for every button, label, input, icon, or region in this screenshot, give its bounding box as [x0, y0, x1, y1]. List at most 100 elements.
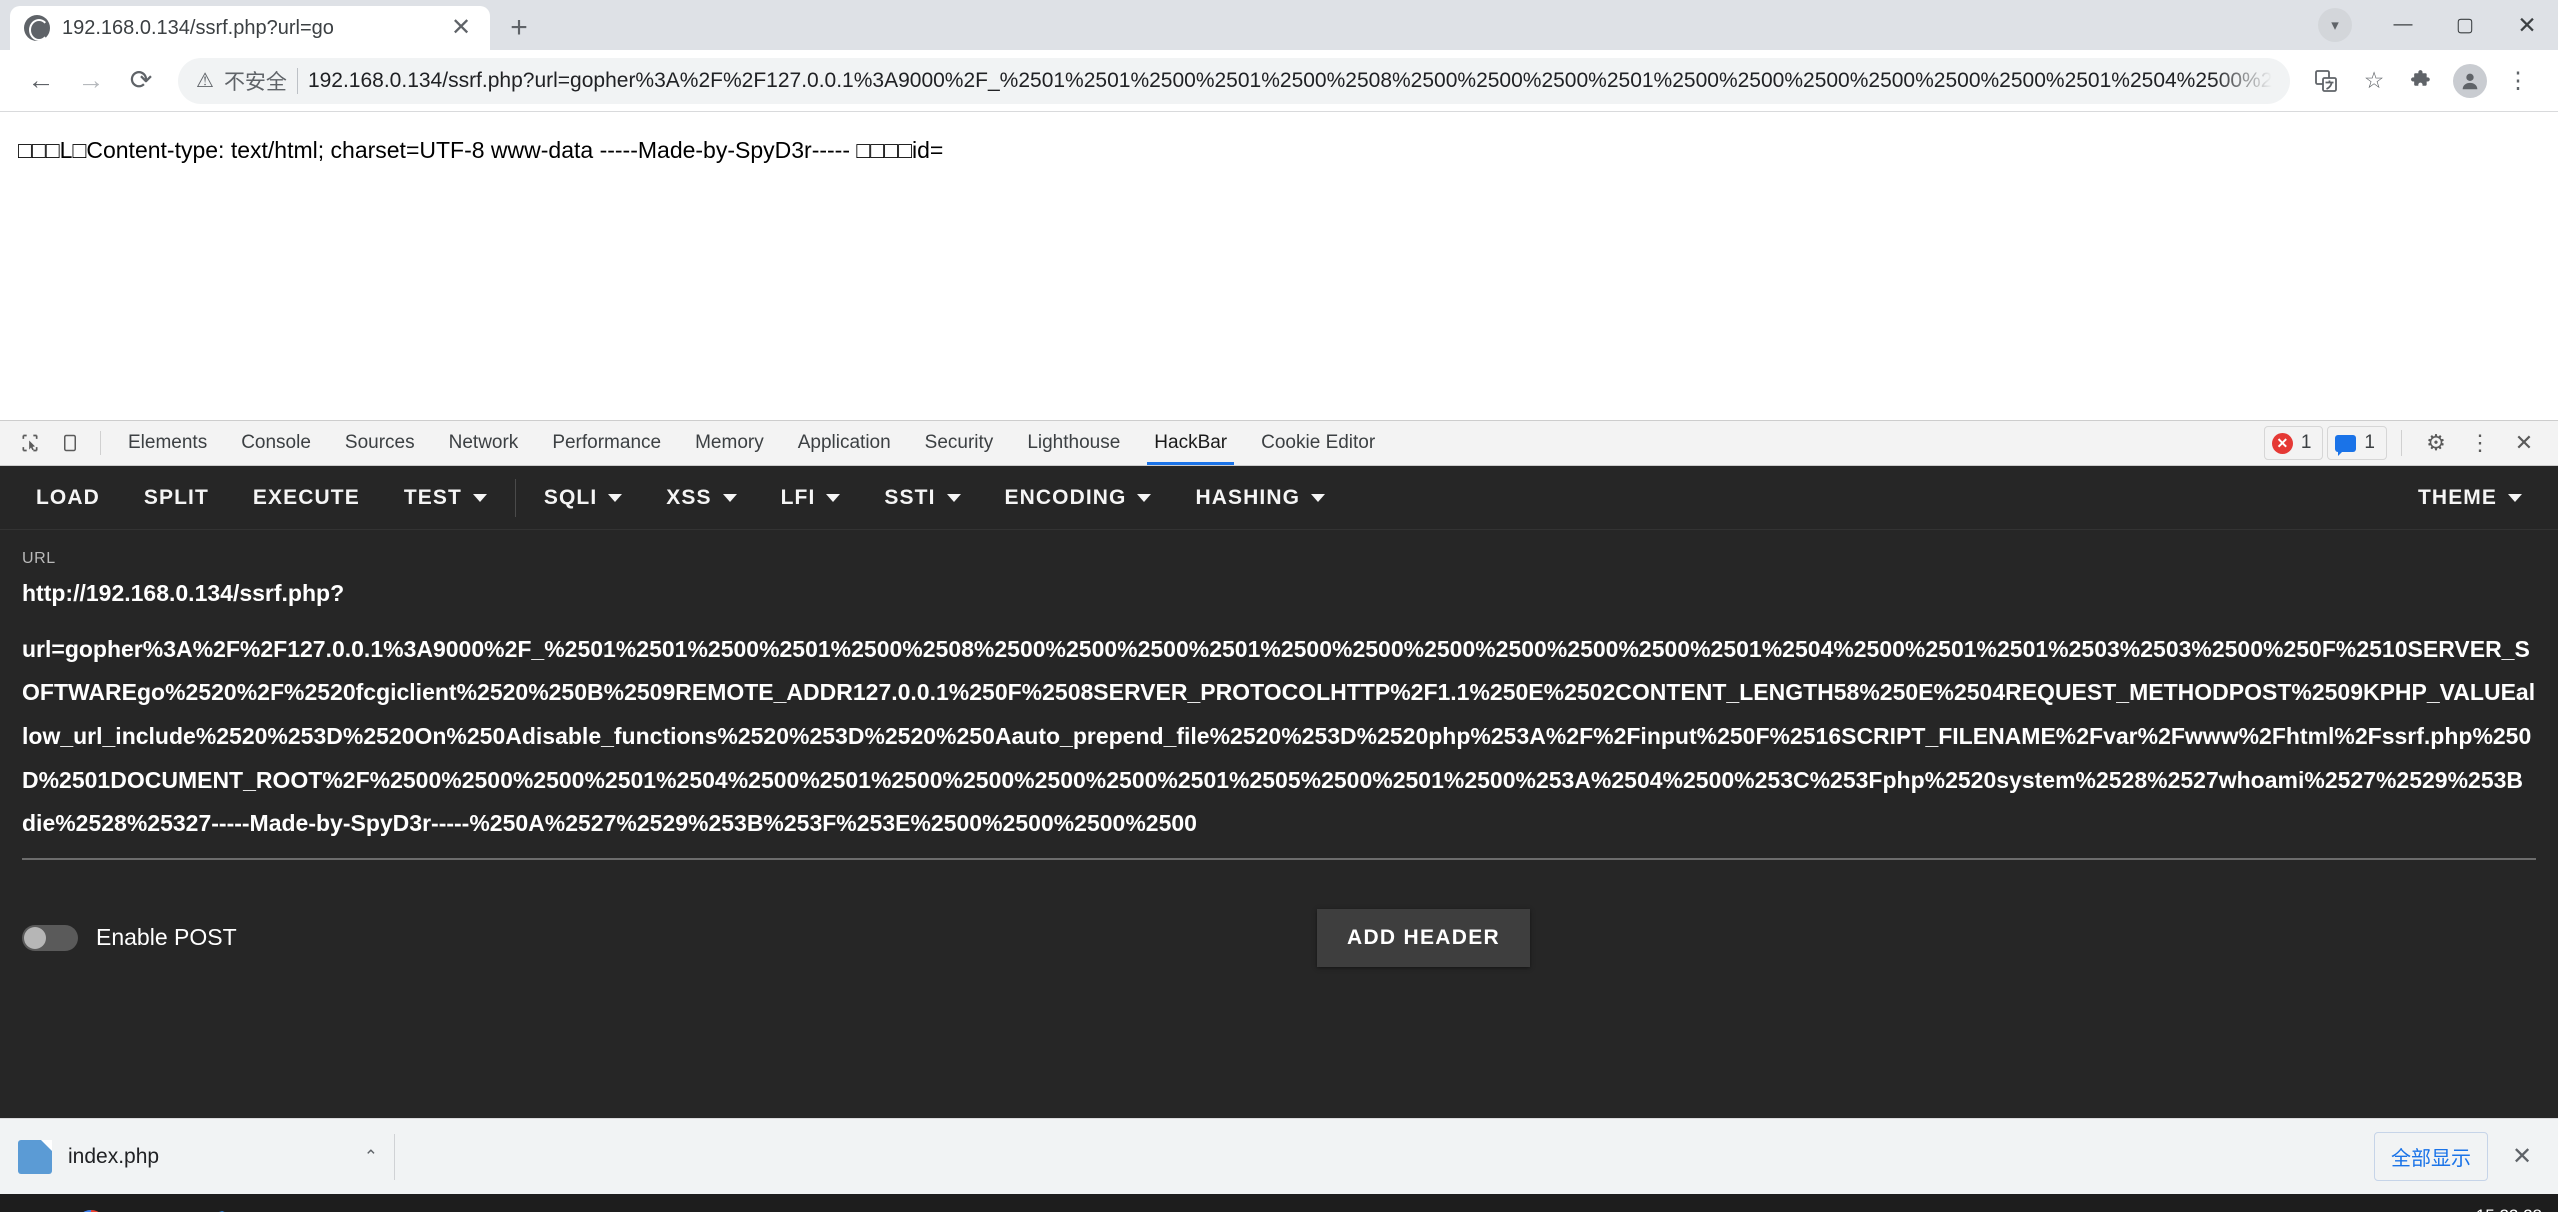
devtools-more-icon[interactable]: ⋮ [2460, 423, 2500, 463]
message-count-badge[interactable]: 1 [2327, 426, 2387, 460]
download-shelf-actions: 全部显示 ✕ [2374, 1132, 2540, 1181]
translate-icon[interactable] [2304, 59, 2348, 103]
address-bar[interactable]: ⚠ 不安全 192.168.0.134/ssrf.php?url=gopher%… [178, 57, 2290, 104]
gear-icon[interactable]: ⚙ [2416, 423, 2456, 463]
hackbar-menu-divider [514, 478, 516, 517]
taskbar-clock[interactable]: 15:22:28 2021/9/7 [2476, 1206, 2542, 1212]
chevron-down-icon [722, 493, 737, 502]
hackbar-menu-hashing[interactable]: HASHING [1173, 466, 1347, 529]
inspect-element-icon[interactable] [10, 421, 50, 465]
hackbar-menu-label: EXECUTE [252, 485, 360, 509]
hackbar-menu-bar: LOAD SPLIT EXECUTE TEST SQLI XSS LFI SSTI ENCOD… [0, 466, 2558, 530]
download-item[interactable]: index.php ⌃ [18, 1119, 378, 1194]
chevron-down-icon [472, 493, 487, 502]
reload-icon[interactable]: ⟳ [118, 58, 164, 104]
hackbar-menu-label: XSS [666, 485, 712, 509]
hackbar-controls: Enable POST ADD HEADER [22, 908, 2536, 967]
error-count-label: 1 [2300, 432, 2312, 453]
address-bar-url: 192.168.0.134/ssrf.php?url=gopher%3A%2F%… [307, 68, 2272, 92]
hackbar-menu-label: SSTI [884, 485, 936, 509]
hackbar-menu-group-payloads: SQLI XSS LFI SSTI ENCODING HASHING [522, 466, 1347, 529]
shelf-divider [394, 1133, 395, 1180]
clock-time: 15:22:28 [2476, 1206, 2542, 1212]
devtools-status-area: ✕ 1 1 ⚙ ⋮ ✕ [2263, 421, 2558, 465]
chevron-down-icon [1311, 493, 1326, 502]
close-shelf-icon[interactable]: ✕ [2504, 1142, 2540, 1171]
enable-post-label: Enable POST [96, 924, 237, 951]
device-toolbar-icon[interactable] [50, 421, 90, 465]
window-profile-icon[interactable]: ▾ [2318, 8, 2352, 42]
chrome-menu-icon[interactable]: ⋮ [2496, 59, 2540, 103]
url-input[interactable]: http://192.168.0.134/ssrf.php? url=gopher… [22, 572, 2536, 861]
hackbar-menu-label: LOAD [36, 485, 100, 509]
hackbar-menu-split[interactable]: SPLIT [122, 466, 231, 529]
devtools-close-icon[interactable]: ✕ [2504, 423, 2544, 463]
hackbar-menu-encoding[interactable]: ENCODING [983, 466, 1174, 529]
devtools-tab-application[interactable]: Application [781, 421, 908, 465]
devtools-tab-console[interactable]: Console [224, 421, 328, 465]
extensions-puzzle-icon[interactable] [2400, 59, 2444, 103]
enable-post-toggle-group[interactable]: Enable POST [22, 924, 237, 951]
devtools-tab-sources[interactable]: Sources [328, 421, 432, 465]
url-line-spacer [22, 616, 2536, 628]
devtools-tab-elements[interactable]: Elements [111, 421, 224, 465]
tab-close-icon[interactable]: ✕ [446, 13, 476, 43]
message-icon [2335, 434, 2357, 456]
new-tab-button[interactable]: + [504, 13, 534, 43]
hackbar-menu-test[interactable]: TEST [382, 466, 509, 529]
devtools-tab-network[interactable]: Network [432, 421, 536, 465]
error-count-badge[interactable]: ✕ 1 [2263, 426, 2324, 460]
chevron-down-icon [608, 493, 623, 502]
taskbar-app-chrome[interactable] [60, 1194, 122, 1212]
devtools-tab-performance[interactable]: Performance [535, 421, 678, 465]
browser-tab-strip: 192.168.0.134/ssrf.php?url=go ✕ + ▾ — ▢ … [0, 0, 2558, 50]
hackbar-menu-execute[interactable]: EXECUTE [231, 466, 382, 529]
chevron-down-icon [826, 493, 841, 502]
back-icon[interactable]: ← [18, 58, 64, 104]
add-header-button[interactable]: ADD HEADER [1317, 908, 1531, 967]
not-secure-warning-icon: ⚠ [196, 70, 214, 92]
error-icon: ✕ [2271, 432, 2293, 454]
taskbar-app-file-explorer[interactable] [122, 1194, 184, 1212]
devtools-tab-cookie-editor[interactable]: Cookie Editor [1244, 421, 1392, 465]
hackbar-menu-load[interactable]: LOAD [14, 466, 122, 529]
start-button[interactable] [4, 1194, 60, 1212]
hackbar-menu-group-primary: LOAD SPLIT EXECUTE TEST [14, 466, 509, 529]
message-count-label: 1 [2364, 432, 2375, 453]
hackbar-menu-label: LFI [780, 485, 816, 509]
hackbar-menu-xss[interactable]: XSS [644, 466, 758, 529]
download-menu-caret-icon[interactable]: ⌃ [364, 1147, 378, 1167]
hackbar-menu-ssti[interactable]: SSTI [862, 466, 982, 529]
hackbar-menu-label: ENCODING [1004, 485, 1127, 509]
devtools-toolbar-divider [100, 431, 101, 455]
file-icon [18, 1139, 52, 1174]
taskbar-app-vscode[interactable] [184, 1194, 246, 1212]
system-tray: ▦ ◯ ⚷ ▯ 🖵 ▤ 🔊 英 15:22:28 2021/9/7 [2152, 1206, 2558, 1212]
hackbar-menu-label: SPLIT [143, 485, 209, 509]
hackbar-body: URL http://192.168.0.134/ssrf.php? url=go… [0, 530, 2558, 1118]
devtools-status-divider [2401, 430, 2402, 456]
hackbar-theme-menu[interactable]: THEME [2396, 466, 2544, 529]
devtools-tab-lighthouse[interactable]: Lighthouse [1010, 421, 1137, 465]
window-controls: ▾ — ▢ ✕ [2318, 0, 2558, 50]
chevron-down-icon [1137, 493, 1152, 502]
window-maximize-button[interactable]: ▢ [2434, 0, 2496, 50]
forward-icon[interactable]: → [68, 58, 114, 104]
chevron-down-icon [946, 493, 961, 502]
browser-tab-title: 192.168.0.134/ssrf.php?url=go [62, 16, 334, 39]
bookmark-star-icon[interactable]: ☆ [2352, 59, 2396, 103]
window-close-button[interactable]: ✕ [2496, 0, 2558, 50]
profile-avatar-icon[interactable] [2453, 63, 2487, 98]
hackbar-menu-sqli[interactable]: SQLI [522, 466, 644, 529]
devtools-tabs: Elements Console Sources Network Performance… [111, 421, 1392, 465]
devtools-tab-security[interactable]: Security [908, 421, 1011, 465]
show-all-downloads-button[interactable]: 全部显示 [2374, 1132, 2488, 1181]
browser-tab[interactable]: 192.168.0.134/ssrf.php?url=go ✕ [10, 6, 490, 50]
window-minimize-button[interactable]: — [2372, 0, 2434, 50]
hackbar-menu-lfi[interactable]: LFI [759, 466, 863, 529]
url-line: http://192.168.0.134/ssrf.php? [22, 580, 345, 606]
devtools-tab-memory[interactable]: Memory [678, 421, 781, 465]
devtools-tab-hackbar[interactable]: HackBar [1137, 421, 1244, 465]
page-response-text: □□□L□Content-type: text/html; charset=UT… [18, 137, 944, 163]
enable-post-toggle[interactable] [22, 924, 78, 951]
